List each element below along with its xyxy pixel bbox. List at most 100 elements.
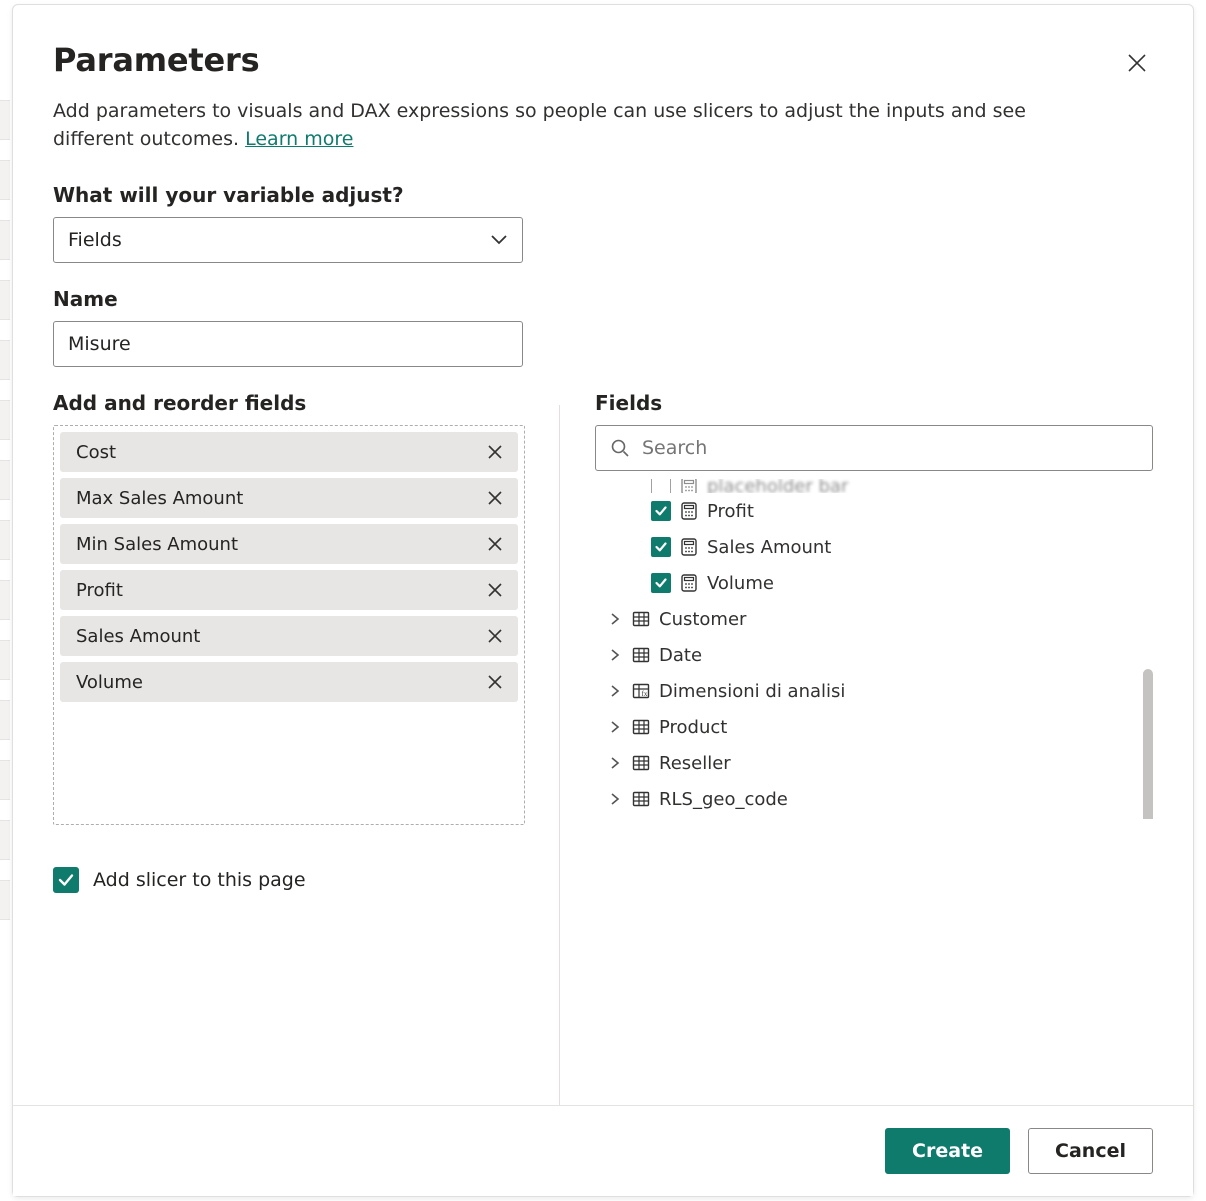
remove-field-button[interactable]	[482, 485, 508, 511]
field-checkbox	[651, 479, 671, 493]
expand-toggle[interactable]	[607, 791, 623, 807]
column-divider	[559, 405, 560, 1105]
add-slicer-label: Add slicer to this page	[93, 869, 306, 891]
fields-search[interactable]	[595, 425, 1153, 471]
table-label: Date	[659, 645, 702, 666]
create-button[interactable]: Create	[885, 1128, 1010, 1174]
remove-field-button[interactable]	[482, 623, 508, 649]
name-input[interactable]	[53, 321, 523, 367]
description-text: Add parameters to visuals and DAX expres…	[53, 100, 1026, 150]
field-label: Sales Amount	[707, 537, 831, 558]
field-chip-label: Volume	[76, 672, 143, 693]
field-chip[interactable]: Profit	[60, 570, 518, 610]
close-icon	[487, 536, 503, 552]
cancel-button[interactable]: Cancel	[1028, 1128, 1153, 1174]
close-icon	[487, 674, 503, 690]
variable-adjust-label: What will your variable adjust?	[53, 183, 1153, 207]
expand-toggle[interactable]	[607, 683, 623, 699]
measure-icon	[679, 537, 699, 557]
table-label: RLS_geo_code	[659, 789, 788, 810]
field-chip[interactable]: Volume	[60, 662, 518, 702]
field-chip-label: Max Sales Amount	[76, 488, 243, 509]
field-checkbox[interactable]	[651, 501, 671, 521]
tree-field-row[interactable]: Volume	[595, 565, 1131, 601]
fields-search-input[interactable]	[640, 436, 1138, 460]
dialog-title: Parameters	[53, 41, 259, 79]
remove-field-button[interactable]	[482, 577, 508, 603]
expand-toggle[interactable]	[607, 611, 623, 627]
reorder-fields-label: Add and reorder fields	[53, 391, 525, 415]
tree-field-row-clipped: placeholder bar	[595, 479, 1131, 493]
learn-more-link[interactable]: Learn more	[245, 128, 353, 150]
remove-field-button[interactable]	[482, 531, 508, 557]
close-icon	[487, 444, 503, 460]
close-button[interactable]	[1121, 47, 1153, 79]
expand-toggle[interactable]	[607, 647, 623, 663]
search-icon	[610, 438, 630, 458]
table-label: Product	[659, 717, 727, 738]
table-icon	[631, 609, 651, 629]
expand-toggle[interactable]	[607, 719, 623, 735]
tree-table-row[interactable]: Sales	[595, 817, 1131, 819]
field-chip[interactable]: Sales Amount	[60, 616, 518, 656]
measure-icon	[679, 573, 699, 593]
remove-field-button[interactable]	[482, 669, 508, 695]
chevron-down-icon	[490, 234, 508, 246]
fields-scrollbar[interactable]	[1143, 669, 1153, 819]
tree-table-row[interactable]: Customer	[595, 601, 1131, 637]
close-icon	[487, 628, 503, 644]
field-chip[interactable]: Cost	[60, 432, 518, 472]
expand-toggle[interactable]	[607, 755, 623, 771]
field-chip-label: Profit	[76, 580, 123, 601]
close-icon	[487, 490, 503, 506]
dialog-footer: Create Cancel	[13, 1105, 1193, 1196]
tree-table-row[interactable]: Date	[595, 637, 1131, 673]
variable-adjust-select[interactable]: Fields	[53, 217, 523, 263]
check-icon	[57, 871, 75, 889]
table-icon	[631, 717, 651, 737]
field-label: Profit	[707, 501, 754, 522]
remove-field-button[interactable]	[482, 439, 508, 465]
fields-panel-label: Fields	[595, 391, 1153, 415]
table-label: Customer	[659, 609, 746, 630]
svg-text:fx: fx	[642, 690, 648, 698]
reorder-field-well[interactable]: Cost Max Sales Amount Min Sales Amount Prof…	[53, 425, 525, 825]
chevron-right-icon	[609, 757, 621, 769]
close-icon	[487, 582, 503, 598]
table-label: Reseller	[659, 753, 731, 774]
table-icon	[631, 789, 651, 809]
field-chip-label: Cost	[76, 442, 116, 463]
scroll-thumb[interactable]	[1143, 669, 1153, 819]
field-label: Volume	[707, 573, 774, 594]
field-chip[interactable]: Max Sales Amount	[60, 478, 518, 518]
chevron-right-icon	[609, 649, 621, 661]
chevron-right-icon	[609, 721, 621, 733]
tree-table-row[interactable]: Product	[595, 709, 1131, 745]
field-checkbox[interactable]	[651, 573, 671, 593]
add-slicer-checkbox[interactable]	[53, 867, 79, 893]
chevron-right-icon	[609, 613, 621, 625]
tree-table-row[interactable]: RLS_geo_code	[595, 781, 1131, 817]
tree-table-row[interactable]: fx Dimensioni di analisi	[595, 673, 1131, 709]
tree-field-row[interactable]: Profit	[595, 493, 1131, 529]
close-icon	[1128, 54, 1146, 72]
field-chip[interactable]: Min Sales Amount	[60, 524, 518, 564]
name-label: Name	[53, 287, 1153, 311]
tree-table-row[interactable]: Reseller	[595, 745, 1131, 781]
chevron-right-icon	[609, 685, 621, 697]
table-icon	[631, 753, 651, 773]
fields-tree: placeholder bar Profit Sales Amount Volume C…	[595, 479, 1153, 819]
field-checkbox[interactable]	[651, 537, 671, 557]
table-icon	[631, 645, 651, 665]
calc-table-icon: fx	[631, 681, 651, 701]
measure-icon	[679, 479, 699, 493]
tree-field-row[interactable]: Sales Amount	[595, 529, 1131, 565]
field-label: placeholder bar	[707, 479, 848, 493]
chevron-right-icon	[609, 793, 621, 805]
field-chip-label: Sales Amount	[76, 626, 200, 647]
table-label: Dimensioni di analisi	[659, 681, 845, 702]
field-chip-label: Min Sales Amount	[76, 534, 238, 555]
parameters-dialog: Parameters Add parameters to visuals and…	[12, 4, 1194, 1197]
variable-adjust-value: Fields	[68, 229, 122, 251]
dialog-description: Add parameters to visuals and DAX expres…	[53, 97, 1043, 153]
